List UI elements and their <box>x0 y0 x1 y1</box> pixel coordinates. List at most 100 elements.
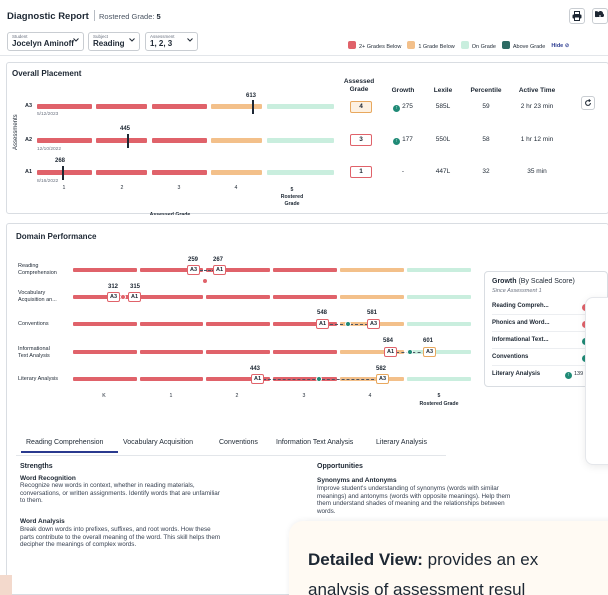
percentile-value: 58 <box>482 136 490 143</box>
text-line: Improve student's understanding of synon… <box>317 485 499 492</box>
placement-bar-grade4 <box>211 170 262 175</box>
legend-label: Above Grade <box>512 44 546 50</box>
score-label: 613 <box>246 93 257 99</box>
growth-value: ↑ 275 <box>386 103 420 112</box>
download-button[interactable] <box>592 8 608 24</box>
growth-card-subtitle: Since Assessment 1 <box>492 288 542 294</box>
placement-bar-grade4 <box>211 104 262 109</box>
text-line: words. <box>317 507 336 515</box>
hide-legend-button[interactable]: Hide ⊘ <box>551 43 569 49</box>
growth-value: ↑ 177 <box>386 136 420 145</box>
col-lexile: Lexile <box>433 87 453 94</box>
refresh-button[interactable] <box>581 96 595 110</box>
assessments-axis-label: Assessments <box>13 114 19 150</box>
domain-bar-g3 <box>273 268 337 272</box>
domain-label-line2: Comprehension <box>18 270 57 276</box>
opportunity-description: Improve student's understanding of synon… <box>317 485 597 515</box>
x-tick: 3 <box>177 185 181 191</box>
domain-bar-k <box>73 377 137 381</box>
domain-score: 312 <box>108 284 119 290</box>
assessed-grade-badge: 3 <box>350 134 372 146</box>
x-tick: 5 <box>437 393 441 399</box>
chevron-down-icon <box>187 38 193 42</box>
text-line: parts contribute to the overall meaning … <box>20 533 221 541</box>
report-header: Diagnostic Report Rostered Grade: 5 Stud… <box>0 0 608 56</box>
assessment-date: 5/12/2023 <box>37 112 59 117</box>
col-percentile: Percentile <box>470 87 502 94</box>
legend-swatch <box>407 41 416 49</box>
domain-bar-g4 <box>340 268 404 272</box>
placement-bar-grade5 <box>267 170 334 175</box>
tab-conventions[interactable]: Conventions <box>219 439 258 446</box>
domain-bar-g4 <box>340 295 404 299</box>
print-button[interactable] <box>569 8 585 24</box>
refresh-icon <box>585 99 591 106</box>
student-select[interactable]: Student Jocelyn Aminoff <box>7 32 84 51</box>
assessment-badge: A1 <box>251 374 264 384</box>
domain-bar-g5 <box>407 322 471 326</box>
assessment-badge: A3 <box>107 292 120 302</box>
score-marker <box>62 166 64 180</box>
domain-label: Conventions <box>18 321 49 327</box>
growth-card-title: Growth (By Scaled Score) <box>492 278 575 285</box>
overall-placement-title: Overall Placement <box>12 69 82 78</box>
tab-vocabulary-acquisition[interactable]: Vocabulary Acquisition <box>123 439 193 446</box>
subject-select[interactable]: Subject Reading <box>88 32 140 51</box>
diagnostic-report-app: Diagnostic Report Rostered Grade: 5 Stud… <box>0 0 608 595</box>
strength-title: Word Recognition <box>20 475 76 482</box>
assessment-badge: A3 <box>376 374 389 384</box>
overlay-card <box>585 297 608 465</box>
growth-item-value: ↑ 139 <box>565 371 583 379</box>
growth-card-title-paren: (By Scaled Score) <box>518 278 575 285</box>
active-tab-indicator <box>21 451 118 453</box>
assessment-badge: A3 <box>187 265 200 275</box>
domain-bar-g5 <box>407 377 471 381</box>
domain-score: 267 <box>213 257 224 263</box>
legend-label: 1 Grade Below <box>418 44 455 50</box>
assessment-badge: A1 <box>213 265 226 275</box>
domain-bar-g1 <box>140 322 203 326</box>
percentile-value: 59 <box>482 103 490 110</box>
text-line: them understand shades of meaning and th… <box>317 500 505 508</box>
placement-bar-grade2 <box>96 170 147 175</box>
col-growth: Growth <box>391 87 415 94</box>
assessment-row-label: A2 <box>25 137 33 143</box>
chevron-down-icon <box>73 38 79 42</box>
domain-bar-g2 <box>206 350 270 354</box>
decline-marker <box>120 294 126 300</box>
domain-label-line2: Text Analysis <box>18 353 50 359</box>
assessment-badge: A1 <box>316 319 329 329</box>
x-tick: 1 <box>169 393 173 399</box>
strengths-heading: Strengths <box>20 463 53 470</box>
legend-label: 2+ Grades Below <box>359 44 402 50</box>
assessment-marker <box>407 349 413 355</box>
x-axis-label: Assessed Grade <box>149 212 191 215</box>
tab-literary-analysis[interactable]: Literary Analysis <box>376 439 427 446</box>
legend-swatch <box>460 41 469 49</box>
legend-label: On Grade <box>471 44 496 50</box>
tab-reading-comprehension[interactable]: Reading Comprehension <box>21 439 118 453</box>
x-tick: 3 <box>302 393 306 399</box>
text-line: conversations, or written assignments. I… <box>20 489 220 497</box>
legend-item-on-grade: On Grade <box>460 41 496 50</box>
opportunity-title: Synonyms and Antonyms <box>317 477 397 484</box>
text-line: to them. <box>20 497 43 505</box>
placement-bar-grade1 <box>37 104 92 109</box>
domain-label: Reading Comprehension <box>18 263 57 277</box>
assessment-row-label: A1 <box>25 169 33 175</box>
legend-item-1-below: 1 Grade Below <box>407 41 455 50</box>
hide-label: Hide <box>551 42 564 49</box>
download-icon <box>595 11 605 21</box>
placement-bar-grade5 <box>267 104 334 109</box>
assessment-badge: A3 <box>423 347 436 357</box>
domain-score: 584 <box>383 338 394 344</box>
assessment-badge: A3 <box>367 319 380 329</box>
legend-swatch <box>501 41 510 49</box>
domain-label-line1: Informational <box>18 346 50 352</box>
tab-information-text-analysis[interactable]: Information Text Analysis <box>276 439 353 446</box>
domain-score: 315 <box>130 284 141 290</box>
assessment-select[interactable]: Assessment 1, 2, 3 <box>145 32 198 51</box>
growth-item-label: Informational Text... <box>492 337 549 343</box>
score-label: 268 <box>55 158 66 164</box>
callout-bold: Detailed View: <box>308 550 423 569</box>
